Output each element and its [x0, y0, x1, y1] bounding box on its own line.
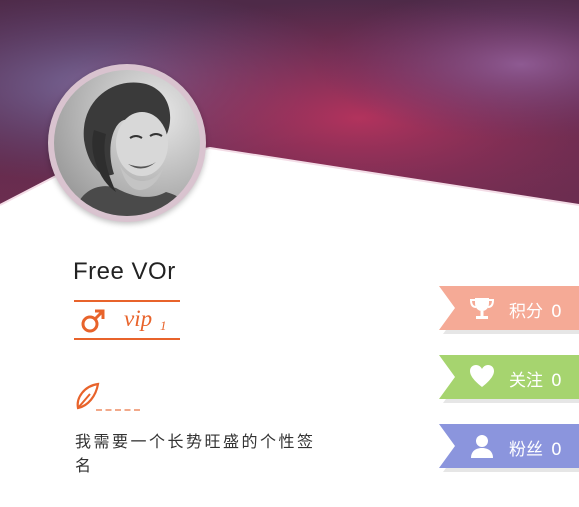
- vip-level: 1: [160, 318, 167, 333]
- trophy-icon: [469, 298, 495, 319]
- quill-icon: [76, 382, 100, 410]
- stat-tab-fans[interactable]: 粉丝 0: [439, 424, 579, 472]
- vip-badge[interactable]: vip 1: [74, 300, 180, 340]
- heart-icon: [470, 365, 494, 387]
- avatar[interactable]: [54, 70, 200, 216]
- person-icon: [471, 435, 493, 458]
- stat-fans: 粉丝 0: [509, 440, 562, 460]
- stat-tab-follow[interactable]: 关注 0: [439, 355, 579, 403]
- avatar-frame[interactable]: [48, 64, 206, 222]
- signature-underline: [96, 409, 140, 411]
- stat-follow-value: 0: [551, 371, 562, 391]
- stat-points: 积分 0: [509, 302, 562, 322]
- stat-follow: 关注 0: [509, 371, 562, 391]
- signature-edit[interactable]: [74, 380, 140, 412]
- male-symbol-icon: [81, 309, 105, 333]
- personal-signature: 我需要一个长势旺盛的个性签名: [75, 432, 316, 475]
- vip-label: vip: [124, 306, 153, 331]
- stat-fans-value: 0: [551, 440, 562, 460]
- stat-points-value: 0: [551, 302, 562, 322]
- user-name: Free VOr: [73, 258, 176, 285]
- stat-tab-points[interactable]: 积分 0: [439, 286, 579, 334]
